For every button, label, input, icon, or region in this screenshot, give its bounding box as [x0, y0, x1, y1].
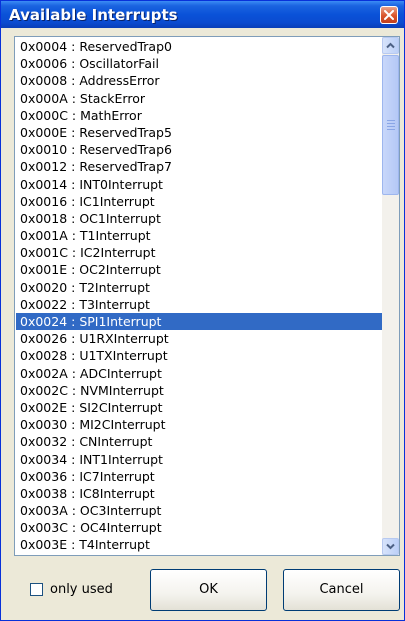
list-item[interactable]: 0x0006 : OscillatorFail — [16, 55, 383, 72]
list-item[interactable]: 0x0032 : CNInterrupt — [16, 433, 383, 450]
vertical-scrollbar[interactable] — [382, 37, 399, 555]
list-item[interactable]: 0x003C : OC4Interrupt — [16, 519, 383, 536]
list-item[interactable]: 0x003A : OC3Interrupt — [16, 502, 383, 519]
thumb-grip — [387, 129, 395, 130]
list-item[interactable]: 0x001C : IC2Interrupt — [16, 244, 383, 261]
scroll-down-button[interactable] — [382, 538, 399, 555]
list-item[interactable]: 0x001A : T1Interrupt — [16, 227, 383, 244]
interrupt-items: 0x0004 : ReservedTrap0 0x0006 : Oscillato… — [16, 38, 383, 554]
list-item[interactable]: 0x0008 : AddressError — [16, 72, 383, 89]
interrupts-dialog: Available Interrupts 0x0004 : ReservedTr… — [0, 0, 405, 621]
list-item[interactable]: 0x0026 : U1RXInterrupt — [16, 330, 383, 347]
list-item[interactable]: 0x0038 : IC8Interrupt — [16, 485, 383, 502]
list-item[interactable]: 0x002E : SI2CInterrupt — [16, 399, 383, 416]
thumb-grip — [387, 126, 395, 127]
list-item[interactable]: 0x000C : MathError — [16, 107, 383, 124]
scrollbar-thumb[interactable] — [382, 55, 399, 195]
thumb-grip — [387, 123, 395, 124]
list-item[interactable]: 0x001E : OC2Interrupt — [16, 261, 383, 278]
list-item[interactable]: 0x0018 : OC1Interrupt — [16, 210, 383, 227]
only-used-label[interactable]: only used — [50, 582, 113, 597]
list-item-selected[interactable]: 0x0024 : SPI1Interrupt — [16, 313, 383, 331]
list-item[interactable]: 0x0004 : ReservedTrap0 — [16, 38, 383, 55]
list-item[interactable]: 0x0016 : IC1Interrupt — [16, 193, 383, 210]
list-item[interactable]: 0x0036 : IC7Interrupt — [16, 468, 383, 485]
close-icon — [384, 10, 394, 20]
list-item[interactable]: 0x0012 : ReservedTrap7 — [16, 158, 383, 175]
dialog-title: Available Interrupts — [9, 6, 178, 24]
cancel-button[interactable]: Cancel — [283, 569, 400, 611]
list-item[interactable]: 0x0030 : MI2CInterrupt — [16, 416, 383, 433]
list-item[interactable]: 0x0010 : ReservedTrap6 — [16, 141, 383, 158]
close-button[interactable] — [380, 6, 398, 24]
list-item[interactable]: 0x000E : ReservedTrap5 — [16, 124, 383, 141]
list-item[interactable]: 0x003E : T4Interrupt — [16, 536, 383, 553]
ok-button[interactable]: OK — [150, 569, 267, 611]
thumb-grip — [387, 120, 395, 121]
list-item[interactable]: 0x000A : StackError — [16, 90, 383, 107]
only-used-checkbox[interactable] — [30, 583, 43, 596]
list-item[interactable]: 0x0020 : T2Interrupt — [16, 279, 383, 296]
list-item[interactable]: 0x002A : ADCInterrupt — [16, 365, 383, 382]
list-item[interactable]: 0x002C : NVMInterrupt — [16, 382, 383, 399]
interrupt-list[interactable]: 0x0004 : ReservedTrap0 0x0006 : Oscillato… — [14, 36, 400, 556]
chevron-down-icon — [386, 543, 395, 550]
list-item[interactable]: 0x0022 : T3Interrupt — [16, 296, 383, 313]
scroll-up-button[interactable] — [382, 37, 399, 54]
title-bar[interactable]: Available Interrupts — [1, 1, 404, 28]
list-item[interactable]: 0x0028 : U1TXInterrupt — [16, 347, 383, 364]
chevron-up-icon — [386, 42, 395, 49]
list-item[interactable]: 0x0034 : INT1Interrupt — [16, 451, 383, 468]
list-item[interactable]: 0x0014 : INT0Interrupt — [16, 176, 383, 193]
